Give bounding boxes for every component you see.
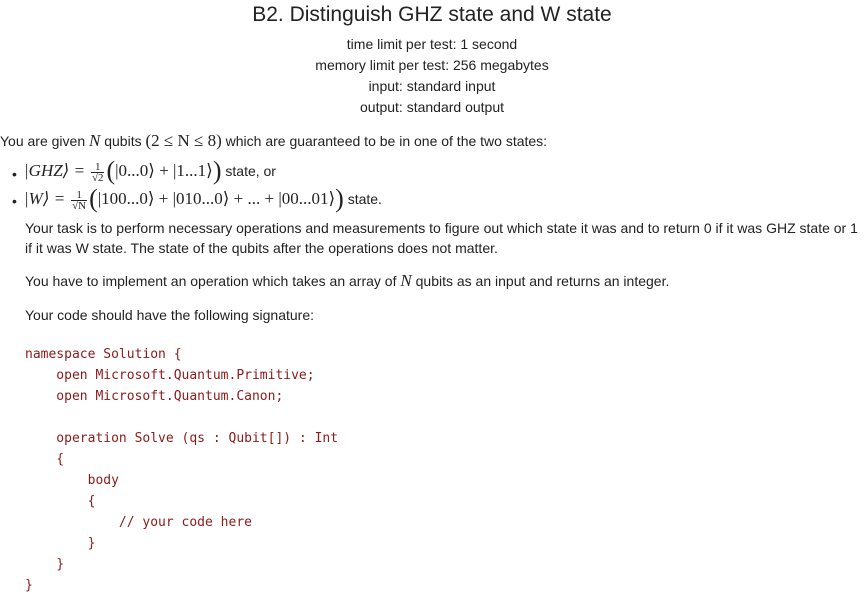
problem-title: B2. Distinguish GHZ state and W state (252, 3, 612, 26)
ghz-body: |0...0⟩ + |1...1⟩ (115, 161, 213, 180)
code-line: body (25, 473, 119, 488)
w-paren-close: ) (335, 184, 344, 213)
implement-paragraph: You have to implement an operation which… (25, 271, 669, 291)
intro-constraint: (2 ≤ N ≤ 8) (145, 131, 222, 150)
impl-before: You have to implement an operation which… (25, 273, 397, 289)
code-line: open Microsoft.Quantum.Primitive; (25, 368, 315, 383)
ghz-paren-open: ( (106, 156, 116, 185)
ghz-frac-den: √2 (91, 171, 104, 184)
impl-n: N (400, 271, 412, 290)
code-line: // your code here (25, 515, 252, 530)
intro-n: N (89, 131, 101, 150)
time-limit: time limit per test: 1 second (346, 36, 518, 52)
intro-before: You are given (0, 133, 86, 149)
task-paragraph: Your task is to perform necessary operat… (25, 218, 860, 258)
ghz-fraction: 1 √2 (90, 161, 105, 184)
w-lhs: |W⟩ = (24, 189, 66, 208)
ghz-paren-close: ) (212, 156, 222, 185)
code-line: } (25, 536, 96, 551)
intro-middle: qubits (104, 133, 142, 149)
code-line: open Microsoft.Quantum.Canon; (25, 389, 284, 404)
code-line: namespace Solution { (25, 347, 182, 362)
code-block: namespace Solution { open Microsoft.Quan… (25, 344, 338, 596)
w-paren-open: ( (89, 184, 98, 213)
w-body: |100...0⟩ + |010...0⟩ + ... + |00...01⟩ (97, 189, 336, 208)
task-line-2: if it was W state. The state of the qubi… (25, 240, 498, 256)
input-spec: input: standard input (368, 78, 496, 94)
code-line: } (25, 557, 65, 572)
impl-after: qubits as an input and returns an intege… (415, 273, 670, 289)
w-fraction: 1 √N (71, 189, 88, 212)
code-line: operation Solve (qs : Qubit[]) : Int (25, 431, 339, 446)
code-line: } (25, 578, 33, 593)
bullet-icon: • (12, 193, 17, 209)
code-line: { (25, 494, 96, 509)
ghz-lhs: |GHZ⟩ = (24, 161, 86, 180)
ghz-state-item: |GHZ⟩ = 1 √2 (|0...0⟩ + |1...1⟩) state, … (24, 158, 276, 184)
code-line: { (25, 452, 65, 467)
w-frac-den: √N (72, 199, 87, 212)
signature-intro: Your code should have the following sign… (25, 307, 315, 323)
w-suffix: state. (347, 191, 382, 207)
ghz-suffix: state, or (225, 163, 276, 179)
output-spec: output: standard output (360, 99, 504, 115)
intro-after: which are guaranteed to be in one of the… (225, 133, 548, 149)
intro-paragraph: You are given N qubits (2 ≤ N ≤ 8) which… (0, 131, 547, 151)
bullet-icon: • (12, 166, 17, 182)
memory-limit: memory limit per test: 256 megabytes (315, 57, 549, 73)
task-line-1: Your task is to perform necessary operat… (25, 220, 858, 236)
w-state-item: |W⟩ = 1 √N (|100...0⟩ + |010...0⟩ + ... … (24, 186, 382, 212)
